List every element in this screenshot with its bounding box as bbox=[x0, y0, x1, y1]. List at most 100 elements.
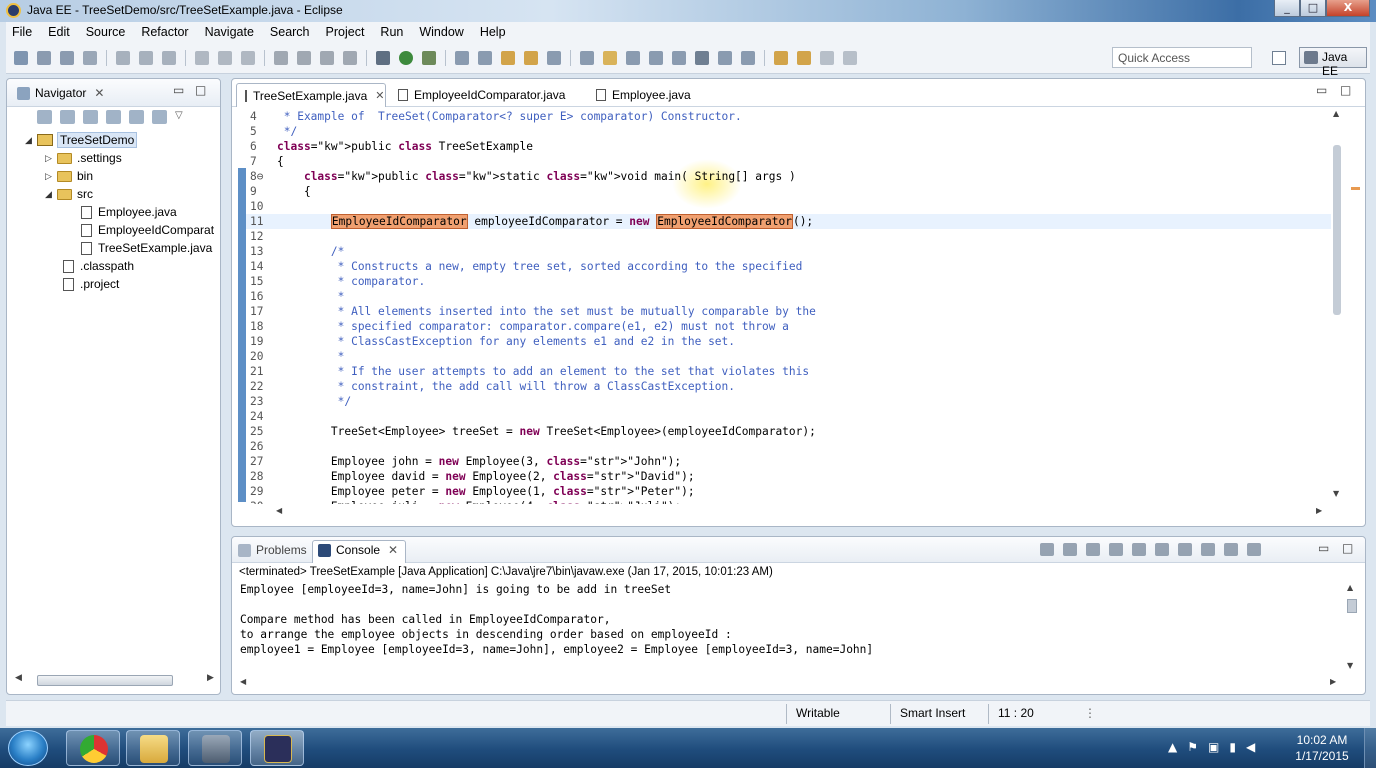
code-line[interactable]: 26 bbox=[246, 439, 1331, 454]
menu-navigate[interactable]: Navigate bbox=[205, 25, 254, 39]
scroll-left-icon[interactable]: ◀ bbox=[15, 673, 22, 683]
navigator-horizontal-scrollbar[interactable]: ◀ ▶ bbox=[15, 673, 215, 687]
occurrence-marker[interactable] bbox=[1351, 187, 1360, 190]
console-horizontal-scrollbar[interactable]: ◀ ▶ bbox=[240, 677, 1340, 691]
scroll-right-icon[interactable]: ▶ bbox=[207, 673, 214, 683]
taskbar-explorer[interactable] bbox=[126, 730, 180, 766]
external-tools-icon[interactable] bbox=[422, 51, 436, 65]
terminate-icon[interactable] bbox=[320, 51, 334, 65]
new-icon[interactable] bbox=[14, 51, 28, 65]
maximize-view-icon[interactable]: □ bbox=[1342, 541, 1353, 555]
taskbar-chrome[interactable] bbox=[66, 730, 120, 766]
word-wrap-icon[interactable] bbox=[1155, 543, 1169, 556]
tree-item-classpath[interactable]: .classpath bbox=[63, 257, 134, 275]
code-line[interactable]: 20 * bbox=[246, 349, 1331, 364]
code-line[interactable]: 12 bbox=[246, 229, 1331, 244]
scroll-left-icon[interactable]: ◀ bbox=[276, 506, 282, 515]
menu-help[interactable]: Help bbox=[480, 25, 506, 39]
last-edit-icon[interactable] bbox=[774, 51, 788, 65]
code-line[interactable]: 19 * ClassCastException for any elements… bbox=[246, 334, 1331, 349]
new-server-icon[interactable] bbox=[455, 51, 469, 65]
maximize-view-icon[interactable]: □ bbox=[1340, 83, 1351, 97]
back-icon[interactable] bbox=[797, 51, 811, 65]
scrollbar-thumb[interactable] bbox=[37, 675, 173, 686]
print-icon[interactable] bbox=[83, 51, 97, 65]
display-console-icon[interactable] bbox=[1224, 543, 1238, 556]
resume-icon[interactable] bbox=[274, 51, 288, 65]
code-line[interactable]: 22 * constraint, the add call will throw… bbox=[246, 379, 1331, 394]
code-line[interactable]: 9 { bbox=[246, 184, 1331, 199]
code-line[interactable]: 18 * specified comparator: comparator.co… bbox=[246, 319, 1331, 334]
code-line[interactable]: 16 * bbox=[246, 289, 1331, 304]
redo-icon[interactable] bbox=[218, 51, 232, 65]
console-vertical-scrollbar[interactable]: ▲ ▼ bbox=[1345, 583, 1359, 675]
network-icon[interactable]: ▮ bbox=[1229, 740, 1236, 754]
tree-item-bin[interactable]: ▷ bin bbox=[45, 167, 93, 185]
menu-window[interactable]: Window bbox=[419, 25, 463, 39]
code-line[interactable]: 4 * Example of TreeSet(Comparator<? supe… bbox=[246, 109, 1331, 124]
tree-item-treesetdemo[interactable]: ◢ TreeSetDemo bbox=[25, 131, 138, 149]
scroll-down-icon[interactable]: ▼ bbox=[1333, 489, 1339, 498]
menu-file[interactable]: File bbox=[12, 25, 32, 39]
scroll-up-icon[interactable]: ▲ bbox=[1347, 583, 1353, 592]
tree-item-src[interactable]: ◢ src bbox=[45, 185, 93, 203]
code-line[interactable]: 11 EmployeeIdComparator employeeIdCompar… bbox=[246, 214, 1331, 229]
tab-problems[interactable]: Problems bbox=[238, 543, 307, 557]
undo-icon[interactable] bbox=[195, 51, 209, 65]
tab-navigator[interactable]: Navigator ✕ bbox=[17, 86, 104, 100]
code-line[interactable]: 14 * Constructs a new, empty tree set, s… bbox=[246, 259, 1331, 274]
expand-arrow-icon[interactable]: ◢ bbox=[45, 189, 55, 200]
taskbar-app[interactable] bbox=[188, 730, 242, 766]
maximize-view-icon[interactable]: □ bbox=[195, 83, 206, 97]
close-icon[interactable]: ✕ bbox=[94, 86, 104, 100]
code-line[interactable]: 8⊖ class="kw">public class="kw">static c… bbox=[246, 169, 1331, 184]
code-area[interactable]: 4 * Example of TreeSet(Comparator<? supe… bbox=[246, 109, 1331, 504]
scrollbar-thumb[interactable] bbox=[1333, 145, 1341, 315]
pin-console-icon[interactable] bbox=[1201, 543, 1215, 556]
clear-console-icon[interactable] bbox=[1109, 543, 1123, 556]
filter-icon[interactable] bbox=[152, 110, 167, 124]
debug-icon[interactable] bbox=[376, 51, 390, 65]
prev-annotation-icon[interactable] bbox=[741, 51, 755, 65]
cut-icon[interactable] bbox=[116, 51, 130, 65]
forward-icon[interactable] bbox=[60, 110, 75, 124]
code-line[interactable]: 6 class="kw">public class TreeSetExample bbox=[246, 139, 1331, 154]
pin-editor-icon[interactable] bbox=[843, 51, 857, 65]
maximize-button[interactable]: □ bbox=[1300, 0, 1326, 17]
block-selection-icon[interactable] bbox=[626, 51, 640, 65]
pilcrow-icon[interactable] bbox=[672, 51, 686, 65]
collapse-arrow-icon[interactable]: ▷ bbox=[45, 171, 55, 182]
collapse-arrow-icon[interactable]: ▷ bbox=[45, 153, 55, 164]
view-menu-icon[interactable]: ▽ bbox=[175, 110, 190, 124]
editor-horizontal-scrollbar[interactable]: ◀ ▶ bbox=[276, 506, 1326, 520]
code-line[interactable]: 29 Employee peter = new Employee(1, clas… bbox=[246, 484, 1331, 499]
minimize-view-icon[interactable]: ▭ bbox=[1318, 541, 1329, 555]
scrollbar-thumb[interactable] bbox=[1347, 599, 1357, 613]
run-icon[interactable] bbox=[399, 51, 413, 65]
show-hidden-icons-icon[interactable]: ▲ bbox=[1168, 740, 1177, 754]
minimize-view-icon[interactable]: ▭ bbox=[1316, 83, 1327, 97]
menu-edit[interactable]: Edit bbox=[48, 25, 70, 39]
back-icon[interactable] bbox=[37, 110, 52, 124]
toggle-mark-icon[interactable] bbox=[580, 51, 594, 65]
perspective-java-ee[interactable]: Java EE bbox=[1299, 47, 1367, 78]
start-button[interactable] bbox=[8, 730, 48, 766]
show-desktop-button[interactable] bbox=[1364, 728, 1376, 768]
tree-item-employeeidcomparator-java[interactable]: EmployeeIdComparat bbox=[81, 221, 214, 239]
forward-icon[interactable] bbox=[820, 51, 834, 65]
code-line[interactable]: 10 bbox=[246, 199, 1331, 214]
close-icon[interactable]: ✕ bbox=[375, 89, 384, 102]
menu-source[interactable]: Source bbox=[86, 25, 126, 39]
code-line[interactable]: 24 bbox=[246, 409, 1331, 424]
tree-item-employee-java[interactable]: Employee.java bbox=[81, 203, 177, 221]
show-on-output-icon[interactable] bbox=[1178, 543, 1192, 556]
code-line[interactable]: 5 */ bbox=[246, 124, 1331, 139]
annotation-icon[interactable] bbox=[695, 51, 709, 65]
copy-icon[interactable] bbox=[139, 51, 153, 65]
menu-refactor[interactable]: Refactor bbox=[141, 25, 188, 39]
scroll-lock-icon[interactable] bbox=[1132, 543, 1146, 556]
save-icon[interactable] bbox=[37, 51, 51, 65]
code-line[interactable]: 21 * If the user attempts to add an elem… bbox=[246, 364, 1331, 379]
suspend-icon[interactable] bbox=[297, 51, 311, 65]
code-line[interactable]: 17 * All elements inserted into the set … bbox=[246, 304, 1331, 319]
